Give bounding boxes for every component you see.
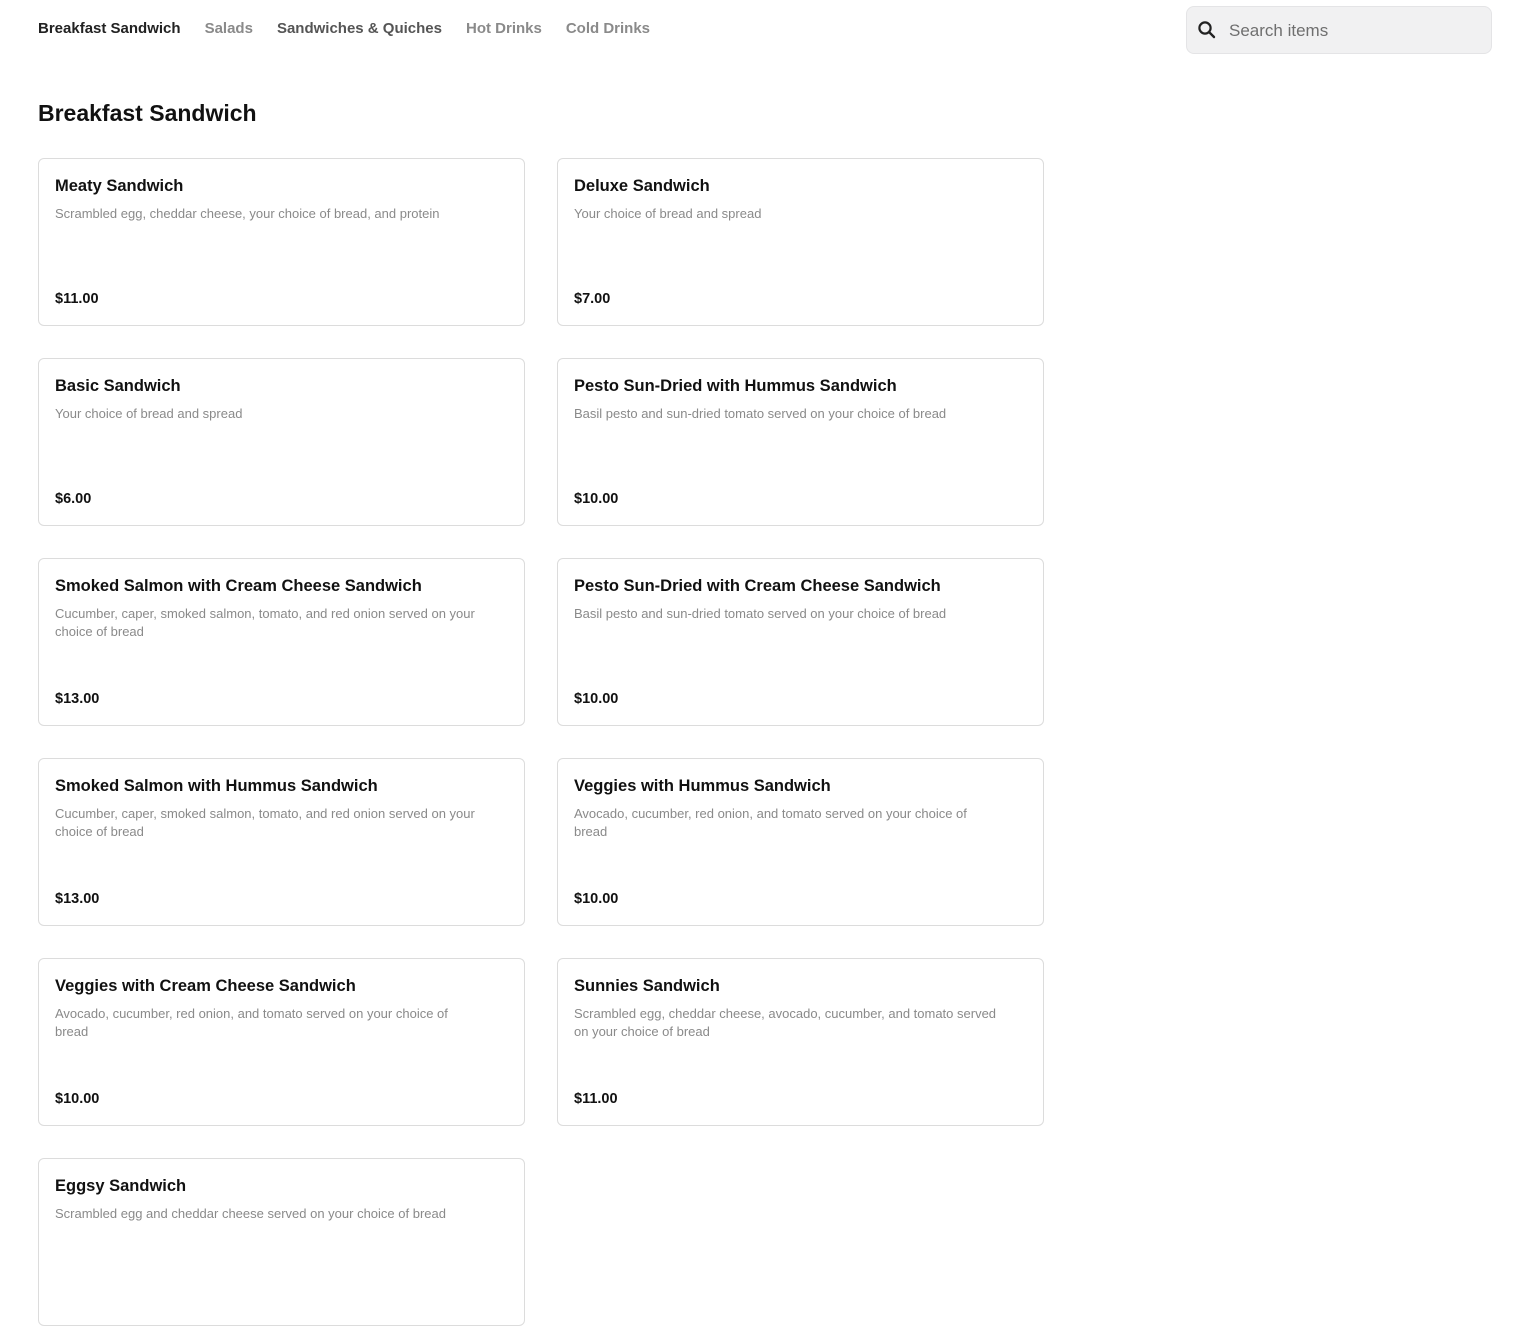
tab-hot-drinks[interactable]: Hot Drinks (466, 20, 542, 37)
search-icon (1197, 20, 1217, 40)
menu-item-name: Eggsy Sandwich (55, 1177, 187, 1195)
menu-item-name: Pesto Sun-Dried with Hummus Sandwich (574, 377, 897, 395)
section-title: Breakfast Sandwich (38, 100, 257, 126)
menu-item-card[interactable]: Pesto Sun-Dried with Cream Cheese Sandwi… (557, 558, 1044, 726)
category-nav: Breakfast Sandwich Salads Sandwiches & Q… (38, 20, 674, 37)
menu-item-card[interactable]: Eggsy Sandwich Scrambled egg and cheddar … (38, 1158, 525, 1326)
menu-item-description: Basil pesto and sun-dried tomato served … (574, 406, 947, 421)
menu-item-card[interactable]: Meaty Sandwich Scrambled egg, cheddar che… (38, 158, 525, 326)
menu-item-description: Cucumber, caper, smoked salmon, tomato, … (55, 606, 475, 639)
menu-item-price: $10.00 (574, 491, 619, 507)
menu-item-name: Veggies with Hummus Sandwich (574, 777, 831, 795)
tab-sandwiches-quiches[interactable]: Sandwiches & Quiches (277, 20, 442, 37)
search-input[interactable] (1227, 7, 1481, 55)
menu-item-price: $11.00 (55, 291, 99, 307)
menu-item-price: $10.00 (574, 691, 619, 707)
menu-item-description: Your choice of bread and spread (55, 406, 243, 421)
tab-salads[interactable]: Salads (205, 20, 253, 37)
menu-item-description: Avocado, cucumber, red onion, and tomato… (55, 1006, 448, 1039)
menu-item-card[interactable]: Pesto Sun-Dried with Hummus Sandwich Basi… (557, 358, 1044, 526)
tab-breakfast-sandwich[interactable]: Breakfast Sandwich (38, 20, 181, 37)
menu-item-card[interactable]: Veggies with Cream Cheese Sandwich Avocad… (38, 958, 525, 1126)
menu-item-card[interactable]: Smoked Salmon with Cream Cheese Sandwich… (38, 558, 525, 726)
menu-item-card[interactable]: Veggies with Hummus Sandwich Avocado, cuc… (557, 758, 1044, 926)
menu-item-description: Basil pesto and sun-dried tomato served … (574, 606, 947, 621)
menu-item-card[interactable]: Sunnies Sandwich Scrambled egg, cheddar c… (557, 958, 1044, 1126)
search-box[interactable] (1186, 6, 1492, 55)
menu-item-description: Your choice of bread and spread (574, 206, 762, 221)
menu-item-description: Cucumber, caper, smoked salmon, tomato, … (55, 806, 475, 839)
menu-item-price: $13.00 (55, 891, 100, 907)
menu-item-price: $11.00 (574, 1091, 618, 1107)
menu-item-name: Pesto Sun-Dried with Cream Cheese Sandwi… (574, 577, 941, 595)
menu-item-name: Veggies with Cream Cheese Sandwich (55, 977, 356, 995)
menu-item-price: $6.00 (55, 491, 92, 507)
menu-item-price: $10.00 (55, 1091, 100, 1107)
menu-item-name: Meaty Sandwich (55, 177, 184, 195)
menu-item-name: Sunnies Sandwich (574, 977, 720, 995)
menu-item-price: $13.00 (55, 691, 100, 707)
menu-item-description: Avocado, cucumber, red onion, and tomato… (574, 806, 967, 839)
menu-item-price: $10.00 (574, 891, 619, 907)
top-bar: Breakfast Sandwich Salads Sandwiches & Q… (0, 0, 1530, 60)
menu-item-name: Deluxe Sandwich (574, 177, 710, 195)
menu-item-grid: Meaty Sandwich Scrambled egg, cheddar che… (38, 158, 1044, 1326)
menu-item-card[interactable]: Smoked Salmon with Hummus Sandwich Cucumb… (38, 758, 525, 926)
menu-item-name: Smoked Salmon with Cream Cheese Sandwich (55, 577, 422, 595)
menu-item-name: Smoked Salmon with Hummus Sandwich (55, 777, 378, 795)
menu-item-name: Basic Sandwich (55, 377, 181, 395)
menu-item-description: Scrambled egg, cheddar cheese, your choi… (55, 206, 440, 221)
menu-item-card[interactable]: Deluxe Sandwich Your choice of bread and … (557, 158, 1044, 326)
menu-item-description: Scrambled egg, cheddar cheese, avocado, … (574, 1006, 997, 1039)
menu-item-card[interactable]: Basic Sandwich Your choice of bread and s… (38, 358, 525, 526)
menu-item-price: $7.00 (574, 291, 611, 307)
tab-cold-drinks[interactable]: Cold Drinks (566, 20, 650, 37)
menu-item-description: Scrambled egg and cheddar cheese served … (55, 1206, 446, 1221)
